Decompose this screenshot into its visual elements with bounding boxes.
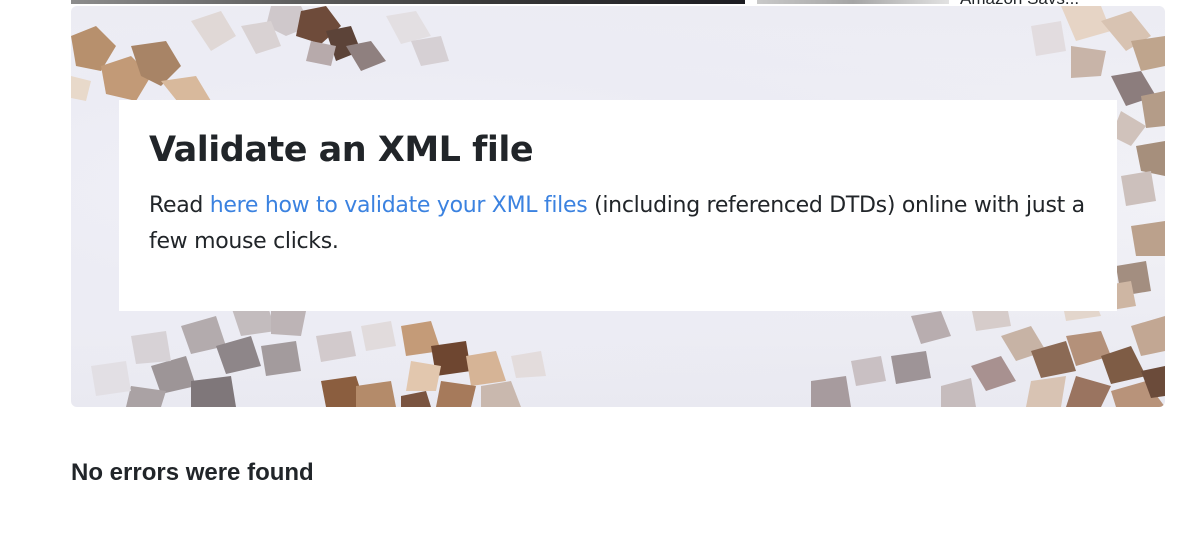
previous-article-thumbnail[interactable] — [71, 0, 745, 4]
hero-card: Validate an XML file Read here how to va… — [119, 100, 1117, 311]
page-title: Validate an XML file — [149, 130, 534, 170]
hero-text-before-link: Read — [149, 193, 210, 218]
validate-xml-guide-link[interactable]: here how to validate your XML files — [210, 193, 588, 218]
page: Amazon Savs... — [0, 0, 1204, 553]
related-article-thumbnail[interactable] — [757, 0, 949, 4]
validation-result-message: No errors were found — [71, 459, 314, 486]
hero-description: Read here how to validate your XML files… — [149, 188, 1089, 260]
